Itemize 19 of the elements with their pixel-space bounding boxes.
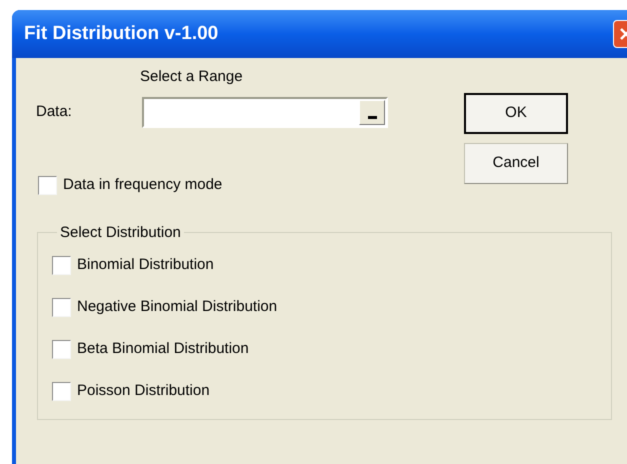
checkbox[interactable]	[52, 256, 71, 274]
dialog-button[interactable]: OK	[464, 93, 568, 134]
checkbox-label: Binomial Distribution	[77, 254, 214, 275]
collapse-button[interactable]	[359, 100, 385, 125]
data-label: Data:	[36, 102, 73, 122]
dialog-button[interactable]: Cancel	[464, 143, 568, 184]
range-field[interactable]	[142, 97, 388, 128]
checkbox[interactable]	[52, 382, 71, 400]
checkbox-label: Beta Binomial Distribution	[77, 338, 249, 359]
range-caption: Select a Range	[140, 68, 244, 86]
checkbox[interactable]	[52, 298, 71, 316]
minus-icon	[368, 116, 376, 119]
checkbox[interactable]	[52, 340, 71, 358]
checkbox-label: Poisson Distribution	[77, 380, 210, 401]
checkbox[interactable]	[38, 176, 57, 195]
window-title: Fit Distribution v-1.00	[24, 22, 218, 46]
group-title: Select Distribution	[59, 222, 182, 242]
checkbox-label: Data in frequency mode	[63, 175, 222, 195]
checkbox-label: Negative Binomial Distribution	[77, 296, 278, 317]
